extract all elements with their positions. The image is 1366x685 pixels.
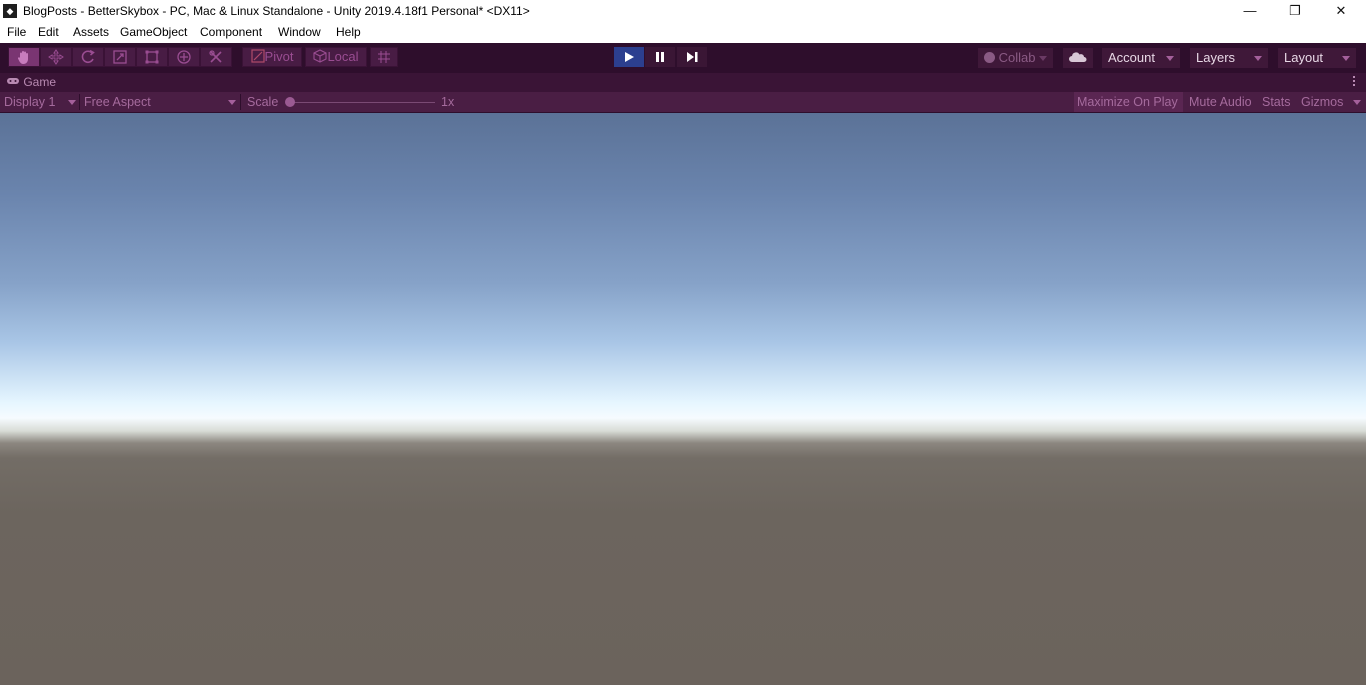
close-button[interactable]: ✕ xyxy=(1318,0,1364,22)
window-title: BlogPosts - BetterSkybox - PC, Mac & Lin… xyxy=(23,4,530,18)
minimize-button[interactable]: — xyxy=(1227,0,1273,22)
collab-dropdown[interactable]: Collab xyxy=(978,48,1053,68)
aspect-label: Free Aspect xyxy=(84,95,151,109)
chevron-down-icon xyxy=(1353,100,1361,105)
scale-slider-track[interactable] xyxy=(288,102,435,103)
cloud-icon xyxy=(1069,52,1087,62)
step-icon xyxy=(687,52,698,62)
pivot-label: Pivot xyxy=(264,49,294,64)
cloud-button[interactable] xyxy=(1063,48,1093,68)
horizon xyxy=(0,423,1366,463)
gamepad-icon xyxy=(7,78,19,84)
restore-button[interactable]: ❐ xyxy=(1272,0,1318,22)
grid-snap-icon xyxy=(378,51,390,63)
tab-game[interactable]: Game xyxy=(6,75,56,89)
collab-check-icon xyxy=(984,52,995,63)
game-tab-bar: Game xyxy=(0,73,1366,92)
transform-tool-button[interactable] xyxy=(168,47,200,67)
mute-audio-toggle[interactable]: Mute Audio xyxy=(1186,92,1256,112)
account-label: Account xyxy=(1108,50,1155,65)
menu-assets[interactable]: Assets xyxy=(73,25,109,39)
menu-window[interactable]: Window xyxy=(278,25,321,39)
display-dropdown[interactable]: Display 1 xyxy=(4,92,78,112)
menu-edit[interactable]: Edit xyxy=(38,25,59,39)
maximize-on-play-toggle[interactable]: Maximize On Play xyxy=(1074,92,1183,112)
separator xyxy=(240,94,241,110)
layout-label: Layout xyxy=(1284,50,1324,65)
game-options-bar: Display 1 Free Aspect Scale 1x Maximize … xyxy=(0,92,1366,113)
pivot-icon xyxy=(250,49,265,63)
more-options-icon[interactable] xyxy=(1353,76,1356,88)
rect-icon xyxy=(145,50,159,64)
gizmos-dropdown[interactable] xyxy=(1349,92,1366,112)
chevron-down-icon xyxy=(1166,56,1174,61)
gizmos-toggle[interactable]: Gizmos xyxy=(1298,92,1348,112)
move-tool-button[interactable] xyxy=(40,47,72,67)
pivot-toggle[interactable]: Pivot xyxy=(242,47,302,67)
custom-tool-button[interactable] xyxy=(200,47,232,67)
pause-button[interactable] xyxy=(645,47,675,67)
move-icon xyxy=(48,49,64,65)
rotate-icon xyxy=(81,49,95,64)
local-label: Local xyxy=(327,49,359,64)
aspect-dropdown[interactable]: Free Aspect xyxy=(84,92,238,112)
chevron-down-icon xyxy=(68,100,76,105)
game-viewport[interactable] xyxy=(0,113,1366,685)
menu-help[interactable]: Help xyxy=(336,25,361,39)
rotate-tool-button[interactable] xyxy=(72,47,104,67)
scale-slider-thumb[interactable] xyxy=(285,97,295,107)
separator xyxy=(79,94,80,110)
menu-file[interactable]: File xyxy=(7,25,26,39)
grid-snap-button[interactable] xyxy=(370,47,398,67)
unity-logo-icon: ◆ xyxy=(3,4,17,18)
chevron-down-icon xyxy=(1254,56,1262,61)
scale-label: Scale xyxy=(247,95,279,109)
chevron-down-icon xyxy=(228,100,236,105)
menu-component[interactable]: Component xyxy=(200,25,262,39)
local-cube-icon xyxy=(313,49,328,63)
pause-icon xyxy=(656,52,664,62)
tab-game-label: Game xyxy=(23,75,57,89)
scale-tool-button[interactable] xyxy=(104,47,136,67)
window-title-bar: ◆ BlogPosts - BetterSkybox - PC, Mac & L… xyxy=(0,0,1366,22)
local-toggle[interactable]: Local xyxy=(305,47,367,67)
chevron-down-icon xyxy=(1342,56,1350,61)
custom-tool-icon xyxy=(209,50,222,63)
menu-bar: File Edit Assets GameObject Component Wi… xyxy=(0,22,1366,43)
menu-gameobject[interactable]: GameObject xyxy=(120,25,187,39)
chevron-down-icon xyxy=(1039,56,1047,61)
play-icon xyxy=(625,52,634,62)
layout-dropdown[interactable]: Layout xyxy=(1278,48,1356,68)
play-button[interactable] xyxy=(614,47,644,67)
scale-icon xyxy=(113,50,127,64)
layers-label: Layers xyxy=(1196,50,1236,65)
rect-tool-button[interactable] xyxy=(136,47,168,67)
layers-dropdown[interactable]: Layers xyxy=(1190,48,1268,68)
account-dropdown[interactable]: Account xyxy=(1102,48,1180,68)
scale-value: 1x xyxy=(441,95,455,109)
hand-icon xyxy=(17,51,28,64)
collab-label: Collab xyxy=(998,50,1036,65)
stats-toggle[interactable]: Stats xyxy=(1259,92,1296,112)
step-button[interactable] xyxy=(677,47,707,67)
display-label: Display 1 xyxy=(4,95,56,109)
main-toolbar: Pivot Local Collab Account Layers Layout xyxy=(0,43,1366,73)
hand-tool-button[interactable] xyxy=(8,47,40,67)
transform-icon xyxy=(177,50,191,64)
